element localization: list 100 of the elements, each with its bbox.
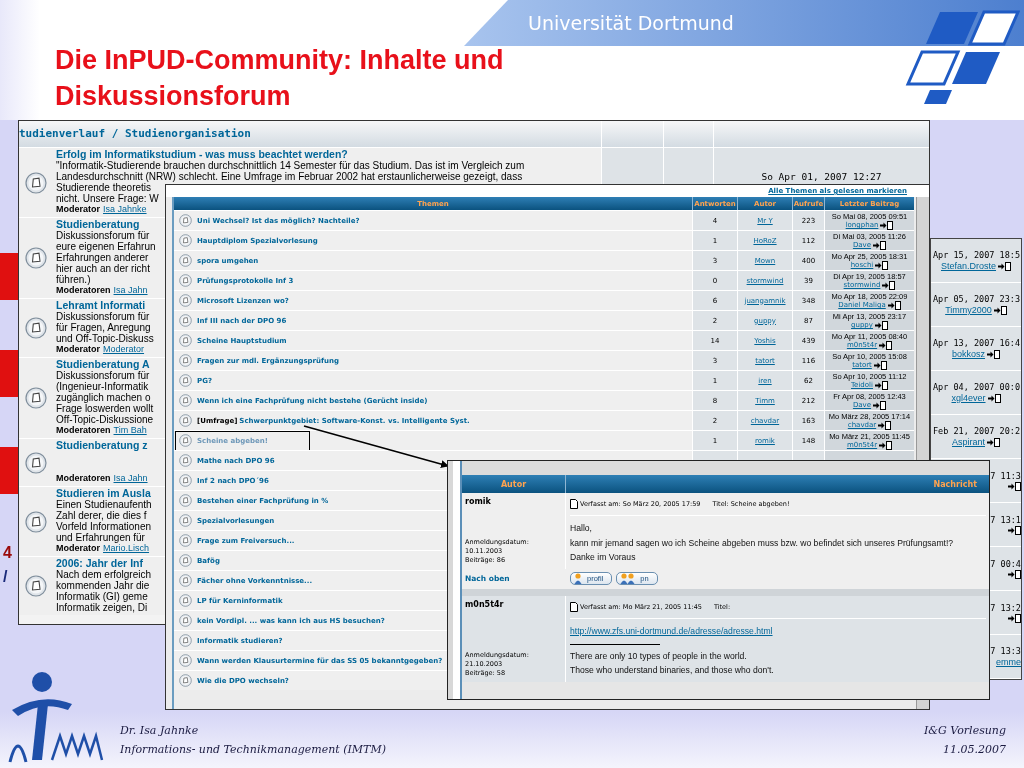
user-link[interactable]: emme	[996, 657, 1021, 667]
message-text: There are only 10 types of people in the world.	[570, 649, 747, 663]
arrow-page-icon	[1008, 569, 1021, 579]
message-text: Danke im Voraus	[570, 551, 636, 564]
arrow-page-icon	[987, 437, 1000, 447]
moderator-link[interactable]: Tim Bah	[113, 425, 147, 436]
university-name: Universität Dortmund	[528, 12, 734, 34]
moderator-link[interactable]: Mario.Lisch	[103, 543, 150, 554]
slide-title: Die InPUD-Community: Inhalte und Diskussionsforum	[54, 44, 504, 113]
arrow-page-icon	[1008, 525, 1021, 535]
topic-icon	[179, 234, 192, 247]
topic-icon	[179, 374, 192, 387]
forum-description: Studierende theoretis	[56, 182, 152, 193]
user-link[interactable]: bokkosz	[952, 349, 985, 359]
institute-name: Informations- und Technikmanagement (IMTM)	[120, 743, 386, 756]
forum-title-link[interactable]: 2006: Jahr der Inf	[56, 557, 143, 569]
forum-description: Diskussionsforum für	[56, 370, 150, 381]
topic-icon	[179, 434, 192, 447]
topic-icon	[25, 171, 47, 194]
moderator-label: Moderatoren	[56, 425, 111, 436]
topic-icon	[179, 354, 192, 367]
topic-icon	[25, 247, 47, 269]
topic-icon	[179, 594, 192, 607]
topic-icon	[25, 317, 47, 339]
forum-title-link[interactable]: Erfolg im Informatikstudium - was muss beachtet werden?	[56, 148, 348, 160]
forum-description: Nach dem erfolgreich	[56, 569, 152, 580]
arrow-page-icon	[987, 393, 1001, 403]
slide-date: 11.05.2007	[943, 743, 1006, 756]
forum-description: Diskussionsforum für	[56, 230, 150, 241]
topic-icon	[25, 575, 47, 597]
topic-icon	[179, 214, 192, 227]
accent-bar	[0, 350, 18, 397]
topic-icon	[179, 454, 192, 467]
last-post-date: Apr 05, 2007 23:3	[933, 294, 1019, 305]
topic-icon	[179, 674, 192, 687]
forum-description: "Informatik-Studierende brauchen durchschnittlich 14 Semester für das Studium. Das ist im Vergleich zum	[56, 160, 525, 171]
forum-description: eure eigenen Erfahrun	[56, 241, 156, 252]
user-link[interactable]: Stefan.Droste	[941, 261, 996, 271]
topic-icon	[179, 554, 192, 567]
last-post-date: So Apr 01, 2007 12:27	[761, 171, 882, 182]
forum-title-link[interactable]: Studienberatung	[56, 218, 140, 230]
slide-number: /	[3, 568, 9, 586]
moderator-link[interactable]: Isa Jahnke	[103, 204, 147, 215]
arrow-page-icon	[993, 305, 1007, 315]
url-link[interactable]: http://www.zfs.uni-dortmund.de/adresse/adresse.html	[570, 623, 773, 638]
topic-icon	[25, 387, 47, 409]
forum-description: hier auch an der richt	[56, 263, 150, 274]
forum-description: Landesdurchschnitt (NRW) schlecht. Eine Umfrage im Februar 2002 hat erstaunlicherweise gezeigt, dass	[56, 171, 523, 182]
forum-title-link[interactable]: Studieren im Ausla	[56, 487, 151, 499]
message-text: Hallo,	[570, 522, 592, 535]
topic-icon	[25, 510, 47, 533]
forum-description: und Off-Topic-Diskuss	[56, 333, 154, 344]
last-post-date: 7 00:4	[990, 558, 1021, 570]
topic-icon	[179, 394, 192, 407]
accent-bar	[0, 447, 18, 494]
forum-title-link[interactable]: Lehramt Informati	[56, 299, 146, 311]
presenter-name: Dr. Isa Jahnke	[120, 724, 200, 737]
moderator-label: Moderatoren	[56, 473, 111, 484]
forum-description: Informatik zeigen, Di	[56, 602, 148, 613]
forum-description: Vorfeld Informationen	[56, 521, 152, 532]
column-header: Nachricht	[932, 478, 978, 491]
moderator-link[interactable]: Isa Jahn	[113, 473, 148, 484]
topic-icon	[179, 294, 192, 307]
topic-icon	[179, 314, 192, 327]
moderator-label: Moderator	[56, 543, 100, 554]
forum-title-link[interactable]: Studienberatung A	[56, 358, 150, 370]
last-post-date: 7 13:2	[990, 602, 1021, 614]
forum-description: Zahl derer, die dies f	[56, 510, 147, 521]
last-post-date: Apr 15, 2007 18:5	[933, 250, 1019, 261]
last-post-date: 7 13:1	[990, 514, 1021, 526]
forum-description: (Ingenieur-Informatik	[56, 381, 149, 392]
forum-description: Informatik (GI) geme	[56, 591, 148, 602]
moderator-label: Moderator	[56, 344, 100, 355]
forum-description: Diskussionsforum für	[56, 311, 150, 322]
moderator-label: Moderatoren	[56, 285, 111, 296]
topic-icon	[179, 514, 192, 527]
author-name: romik	[465, 497, 492, 506]
moderator-link[interactable]: Isa Jahn	[113, 285, 148, 296]
forum-description: Einen Studienaufenth	[56, 499, 152, 510]
forum-description: Frage loswerden wollt	[56, 403, 154, 414]
last-post-date: Apr 13, 2007 16:4	[933, 338, 1019, 349]
moderator-link[interactable]: Moderator	[103, 344, 145, 355]
arrow-page-icon	[1008, 481, 1021, 491]
message-text: Those who understand binaries, and those who don't.	[570, 664, 774, 677]
topic-icon	[179, 254, 192, 267]
user-link[interactable]: Aspirant	[952, 437, 985, 447]
topic-icon	[179, 614, 192, 627]
forum-title-link[interactable]: Studienberatung z	[56, 439, 148, 451]
topic-icon	[179, 494, 192, 507]
user-link[interactable]: xgl4ever	[951, 393, 986, 403]
slide-number: 4	[3, 544, 12, 562]
topic-icon	[179, 654, 192, 667]
forum-description: Off-Topic-Diskussione	[56, 414, 154, 425]
forum-description: und Erfahrungen für	[56, 532, 145, 543]
forum-description: führen.)	[56, 274, 91, 285]
last-post-date: 7 13:3	[990, 646, 1021, 657]
people-icon	[620, 573, 636, 584]
moderator-label: Moderator	[56, 204, 100, 215]
user-link[interactable]: Timmy2000	[945, 305, 992, 315]
last-post-date: 7 11:3	[990, 470, 1021, 482]
